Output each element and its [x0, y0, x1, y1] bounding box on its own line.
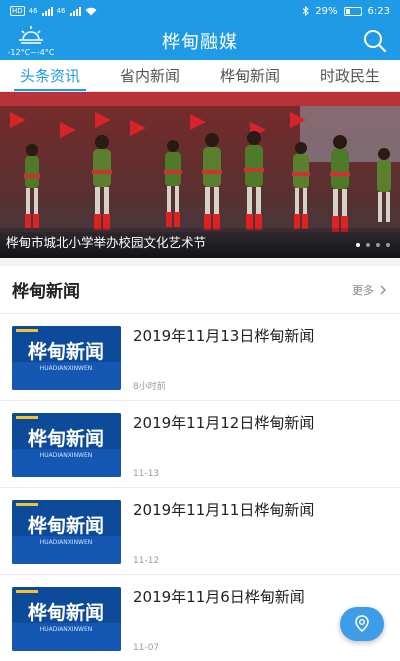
app-title: 桦甸融媒: [162, 32, 238, 53]
news-time: 11-07: [133, 643, 160, 653]
status-right: 29% 6:23: [302, 6, 390, 17]
news-title: 2019年11月6日桦甸新闻: [133, 588, 305, 606]
status-bar: HD 46 46 29% 6:23: [0, 0, 400, 22]
signal-icon: [41, 6, 53, 16]
news-title: 2019年11月12日桦甸新闻: [133, 414, 315, 432]
tab-headlines[interactable]: 头条资讯: [0, 60, 100, 91]
news-time: 11-12: [133, 556, 160, 566]
huadian-news-logo: 桦甸新闻 HUADIANXINWEN: [12, 326, 121, 390]
network-label-2: 46: [56, 7, 66, 15]
wifi-icon: [85, 7, 96, 15]
news-time: 8小时前: [133, 382, 166, 392]
tab-provincial-news[interactable]: 省内新闻: [100, 60, 200, 91]
thumb-label: 桦甸新闻: [28, 427, 104, 450]
network-label: 46: [28, 7, 38, 15]
thumb-label: 桦甸新闻: [28, 514, 104, 537]
thumb-label: 桦甸新闻: [28, 340, 104, 363]
section-title: 桦甸新闻: [12, 282, 80, 302]
carousel-dot[interactable]: [376, 243, 380, 247]
more-label: 更多: [352, 283, 374, 297]
carousel-indicator: [356, 243, 390, 247]
news-list-item[interactable]: 桦甸新闻 HUADIANXINWEN 2019年11月12日桦甸新闻 11-13: [0, 401, 400, 488]
chevron-right-icon: [380, 285, 386, 294]
location-pin-icon: [355, 615, 369, 633]
hd-badge: HD: [10, 6, 25, 16]
thumb-sub: HUADIANXINWEN: [40, 452, 93, 459]
battery-percent: 29%: [315, 5, 338, 17]
app-header: -12°C~-4°C 桦甸融媒: [0, 22, 400, 60]
weather-widget[interactable]: -12°C~-4°C: [4, 24, 58, 57]
news-thumbnail: 桦甸新闻 HUADIANXINWEN: [12, 413, 121, 477]
status-left: HD 46 46: [10, 6, 97, 16]
huadian-news-logo: 桦甸新闻 HUADIANXINWEN: [12, 587, 121, 651]
carousel-dot[interactable]: [356, 243, 360, 247]
search-icon: [364, 30, 387, 53]
sun-icon: [19, 26, 43, 44]
news-time: 11-13: [133, 469, 160, 479]
news-thumbnail: 桦甸新闻 HUADIANXINWEN: [12, 326, 121, 390]
section-header: 桦甸新闻 更多: [0, 266, 400, 314]
news-list-item[interactable]: 桦甸新闻 HUADIANXINWEN 2019年11月11日桦甸新闻 11-12: [0, 488, 400, 575]
news-thumbnail: 桦甸新闻 HUADIANXINWEN: [12, 500, 121, 564]
tab-huadian-news[interactable]: 桦甸新闻: [200, 60, 300, 91]
news-title: 2019年11月13日桦甸新闻: [133, 327, 315, 345]
news-list-item[interactable]: 桦甸新闻 HUADIANXINWEN 2019年11月13日桦甸新闻 8小时前: [0, 314, 400, 401]
thumb-sub: HUADIANXINWEN: [40, 365, 93, 372]
bluetooth-icon: [302, 6, 310, 16]
thumb-sub: HUADIANXINWEN: [40, 626, 93, 633]
category-tabs: 头条资讯 省内新闻 桦甸新闻 时政民生: [0, 60, 400, 92]
carousel-dot[interactable]: [366, 243, 370, 247]
huadian-news-logo: 桦甸新闻 HUADIANXINWEN: [12, 413, 121, 477]
location-fab-button[interactable]: [340, 607, 384, 641]
weather-temp: -12°C~-4°C: [7, 48, 55, 57]
search-button[interactable]: [362, 29, 388, 57]
huadian-news-section: 桦甸新闻 更多 桦甸新闻 HUADIANXINWEN 2019年11月13日桦甸…: [0, 266, 400, 661]
clock: 6:23: [367, 5, 390, 17]
carousel-dot[interactable]: [386, 243, 390, 247]
thumb-sub: HUADIANXINWEN: [40, 539, 93, 546]
more-link[interactable]: 更多: [352, 282, 386, 298]
news-title: 2019年11月11日桦甸新闻: [133, 501, 315, 519]
huadian-news-logo: 桦甸新闻 HUADIANXINWEN: [12, 500, 121, 564]
banner-caption: 桦甸市城北小学举办校园文化艺术节: [0, 228, 400, 258]
news-thumbnail: 桦甸新闻 HUADIANXINWEN: [12, 587, 121, 651]
battery-icon: [343, 6, 362, 16]
signal-icon-2: [69, 6, 81, 16]
thumb-label: 桦甸新闻: [28, 601, 104, 624]
banner-carousel[interactable]: 桦甸市城北小学举办校园文化艺术节: [0, 92, 400, 258]
tab-politics-livelihood[interactable]: 时政民生: [300, 60, 400, 91]
